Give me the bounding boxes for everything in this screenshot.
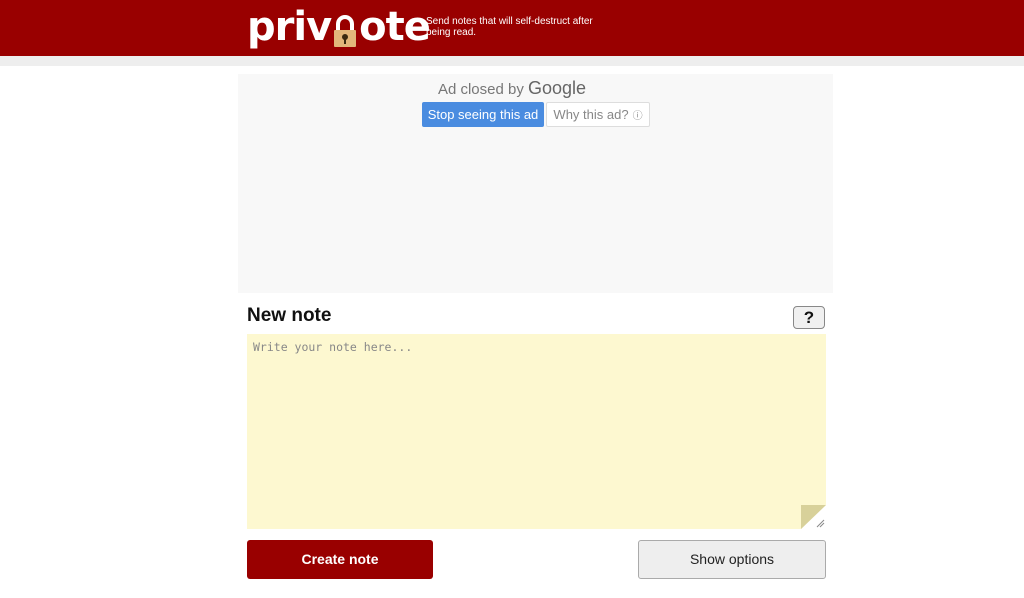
note-textarea[interactable] (247, 334, 826, 529)
new-note-heading: New note (247, 305, 332, 326)
show-options-button[interactable]: Show options (638, 540, 826, 579)
logo-text-right: ote (359, 4, 431, 50)
why-this-ad-label: Why this ad? (553, 107, 629, 122)
resize-handle-icon[interactable] (815, 518, 825, 528)
ad-closed-notice: Ad closed by Google (0, 78, 1024, 99)
help-button[interactable]: ? (793, 306, 825, 329)
top-bar: priv ote Send notes that will self-destr… (0, 0, 1024, 56)
logo-text-left: priv (247, 4, 332, 50)
padlock-icon (332, 4, 358, 50)
create-note-button[interactable]: Create note (247, 540, 433, 579)
stop-seeing-ad-button[interactable]: Stop seeing this ad (422, 102, 544, 127)
ad-closed-text: Ad closed by (437, 81, 524, 98)
privnote-logo[interactable]: priv ote (247, 4, 431, 50)
google-logo-text: Google (528, 78, 587, 98)
info-icon: ⓘ (632, 111, 643, 122)
header-divider (0, 56, 1024, 66)
why-this-ad-button[interactable]: Why this ad? ⓘ (546, 102, 650, 127)
tagline: Send notes that will self-destruct after… (426, 16, 593, 38)
